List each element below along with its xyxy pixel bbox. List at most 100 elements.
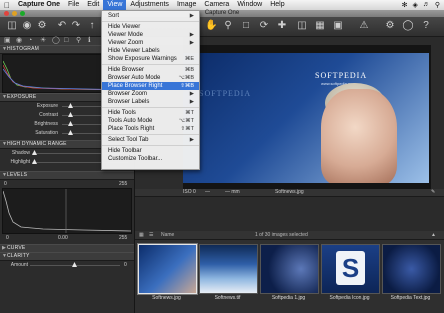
menu-item-hide-browser[interactable]: Hide Browser ⌘B bbox=[102, 66, 199, 74]
search-icon[interactable]: ⚲ bbox=[435, 1, 440, 9]
warning-icon[interactable]: ⚠ bbox=[358, 20, 370, 32]
pan-tool-icon[interactable]: ✋ bbox=[205, 20, 217, 32]
amount-label: Amount bbox=[10, 262, 28, 268]
help-icon[interactable]: ? bbox=[420, 20, 432, 32]
menu-item-browser-labels[interactable]: Browser Labels ▶ bbox=[102, 98, 199, 106]
tab-library-icon[interactable]: ▣ bbox=[4, 37, 11, 45]
sort-dropdown[interactable]: Name bbox=[161, 231, 174, 239]
menu-item-label: Browser Labels bbox=[108, 99, 150, 105]
amount-row[interactable]: Amount 0 bbox=[0, 261, 134, 269]
loupe-icon[interactable]: ◯ bbox=[402, 20, 414, 32]
rotate-tool-icon[interactable]: ⟳ bbox=[258, 20, 270, 32]
viewer-iso: ISO 0 bbox=[183, 189, 196, 195]
menu-item-hide-viewer-labels[interactable]: Hide Viewer Labels bbox=[102, 47, 199, 55]
menu-item-label: Sort bbox=[108, 13, 120, 19]
viewer-aperture: — mm bbox=[225, 189, 240, 195]
menu-separator bbox=[102, 134, 199, 135]
levels-white-value[interactable]: 255 bbox=[119, 235, 127, 241]
wifi-icon[interactable]: ◈ bbox=[412, 1, 417, 9]
menu-item-browser-zoom[interactable]: Browser Zoom ▶ bbox=[102, 90, 199, 98]
toolbar: ◫ ◉ ⚙ ↶ ↷ ↑ ✋ ⚲ □ ⟳ ✚ ◫ ▦ ▣ ⚠ ⚙ ◯ ? bbox=[0, 17, 444, 37]
browser-scroll-icon[interactable]: ▲ bbox=[431, 231, 436, 239]
menu-adjustments[interactable]: Adjustments bbox=[126, 0, 173, 10]
menu-item-viewer-zoom[interactable]: Viewer Zoom ▶ bbox=[102, 39, 199, 47]
thumb-2[interactable] bbox=[199, 244, 258, 294]
menu-item-select-tool-tab[interactable]: Select Tool Tab ▶ bbox=[102, 136, 199, 144]
clarity-header[interactable]: ▼ CLARITY bbox=[0, 252, 134, 261]
menu-help[interactable]: Help bbox=[266, 0, 288, 10]
curve-title: CURVE bbox=[7, 245, 26, 251]
menu-item-shortcut: ⇧⌘B bbox=[180, 83, 194, 89]
grid-icon[interactable]: ▦ bbox=[139, 231, 144, 239]
tab-lens-icon[interactable]: ◯ bbox=[52, 37, 60, 45]
menu-item-place-browser-right[interactable]: Place Browser Right ⇧⌘B bbox=[102, 82, 199, 90]
import-icon[interactable]: ◫ bbox=[6, 20, 18, 32]
undo-icon[interactable]: ↶ bbox=[56, 20, 68, 32]
menu-file[interactable]: File bbox=[64, 0, 83, 10]
menu-image[interactable]: Image bbox=[173, 0, 200, 10]
levels-header[interactable]: ▼ LEVELS bbox=[0, 171, 134, 180]
tab-exposure-icon[interactable]: ☀ bbox=[40, 37, 46, 45]
menu-view[interactable]: View bbox=[103, 0, 127, 10]
menu-item-shortcut: ⇧⌘T bbox=[180, 126, 194, 132]
menu-item-label: Browser Auto Mode bbox=[108, 75, 161, 81]
window-titlebar: Capture One bbox=[0, 10, 444, 17]
thumb-3[interactable] bbox=[260, 244, 319, 294]
menu-item-browser-auto-mode[interactable]: Browser Auto Mode ⌥⌘B bbox=[102, 74, 199, 82]
submenu-arrow-icon: ▶ bbox=[189, 137, 194, 143]
menu-item-sort[interactable]: Sort ▶ bbox=[102, 12, 199, 20]
zoom-tool-icon[interactable]: ⚲ bbox=[222, 20, 234, 32]
menu-item-hide-toolbar[interactable]: Hide Toolbar bbox=[102, 147, 199, 155]
amount-value[interactable]: 0 bbox=[124, 262, 127, 268]
browser-toolbar: ▦ ☰ Name 1 of 30 images selected ▲ bbox=[135, 231, 444, 240]
menu-edit[interactable]: Edit bbox=[83, 0, 103, 10]
process-icon[interactable]: ⚙ bbox=[36, 20, 48, 32]
menu-app-name[interactable]: Capture One bbox=[14, 0, 64, 10]
levels-black-value[interactable]: 0 bbox=[6, 235, 9, 241]
exposure-label: Exposure bbox=[36, 103, 58, 109]
menu-item-tools-auto-mode[interactable]: Tools Auto Mode ⌥⌘T bbox=[102, 117, 199, 125]
volume-icon[interactable]: ♬ bbox=[423, 1, 430, 9]
list-icon[interactable]: ☰ bbox=[149, 231, 153, 239]
menu-item-shortcut: ⌥⌘B bbox=[178, 75, 194, 81]
image-ghost-text: SOFTPEDIA bbox=[199, 89, 252, 98]
brightness-label: Brightness bbox=[34, 121, 58, 127]
hdr-title: HIGH DYNAMIC RANGE bbox=[7, 141, 67, 147]
tab-details-icon[interactable]: ⚲ bbox=[76, 37, 81, 45]
thumb-1[interactable] bbox=[138, 244, 197, 294]
redo-icon[interactable]: ↷ bbox=[70, 20, 82, 32]
menu-item-customize-toolbar[interactable]: Customize Toolbar... bbox=[102, 155, 199, 163]
menu-item-viewer-mode[interactable]: Viewer Mode ▶ bbox=[102, 31, 199, 39]
copy-adjustments-icon[interactable]: ↑ bbox=[86, 20, 98, 32]
grid-view-icon[interactable]: ▦ bbox=[314, 20, 326, 32]
single-view-icon[interactable]: ▣ bbox=[332, 20, 344, 32]
menu-item-place-tools-right[interactable]: Place Tools Right ⇧⌘T bbox=[102, 125, 199, 133]
shadow-label: Shadow bbox=[11, 150, 30, 156]
settings-icon[interactable]: ⚙ bbox=[384, 20, 396, 32]
levels-right-value[interactable]: 255 bbox=[119, 181, 127, 187]
menu-item-hide-viewer[interactable]: Hide Viewer bbox=[102, 23, 199, 31]
tab-color-icon[interactable]: ◔ bbox=[28, 37, 32, 45]
tab-metadata-icon[interactable]: ℹ bbox=[88, 37, 91, 45]
thumb-5[interactable] bbox=[382, 244, 441, 294]
tab-composition-icon[interactable]: □ bbox=[64, 37, 68, 45]
apple-icon[interactable]:  bbox=[0, 1, 14, 10]
menu-item-label: Select Tool Tab bbox=[108, 137, 149, 143]
bluetooth-icon[interactable]: ✻ bbox=[402, 1, 408, 9]
menu-window[interactable]: Window bbox=[233, 0, 266, 10]
compare-icon[interactable]: ◫ bbox=[296, 20, 308, 32]
capture-icon[interactable]: ◉ bbox=[21, 20, 33, 32]
menu-item-hide-tools[interactable]: Hide Tools ⌘T bbox=[102, 109, 199, 117]
levels-left-value[interactable]: 0 bbox=[4, 181, 7, 187]
tab-capture-icon[interactable]: ◉ bbox=[16, 37, 22, 45]
menu-item-label: Hide Browser bbox=[108, 67, 145, 73]
levels-gamma-value[interactable]: 0.00 bbox=[58, 235, 68, 241]
status-icons: ✻ ◈ ♬ ⚲ bbox=[402, 1, 444, 9]
picker-tool-icon[interactable]: ✚ bbox=[276, 20, 288, 32]
menu-camera[interactable]: Camera bbox=[200, 0, 233, 10]
viewer-edit-icon[interactable]: ✎ bbox=[431, 189, 435, 196]
crop-tool-icon[interactable]: □ bbox=[240, 20, 252, 32]
viewer-image[interactable]: SOFTPEDIA SOFTPEDIA www.softpedia.com bbox=[183, 53, 429, 183]
thumb-4[interactable]: S bbox=[321, 244, 380, 294]
menu-item-show-exposure-warnings[interactable]: Show Exposure Warnings ⌘E bbox=[102, 55, 199, 63]
